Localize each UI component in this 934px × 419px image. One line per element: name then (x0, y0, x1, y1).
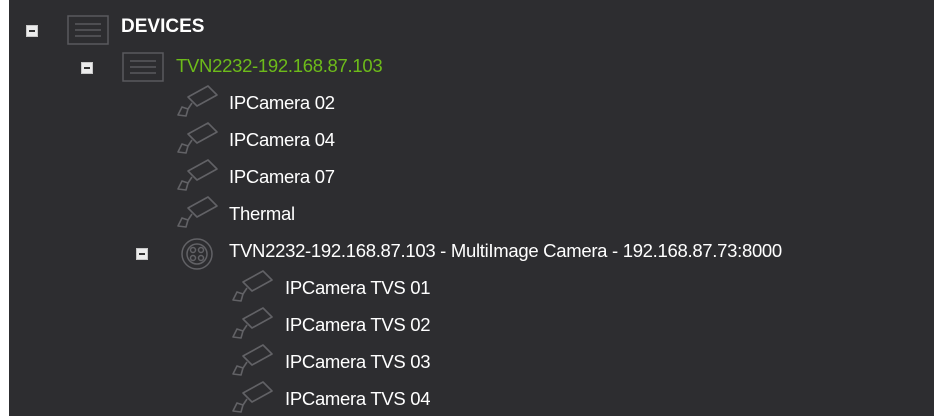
recorder-label[interactable]: TVN2232-192.168.87.103 (176, 55, 383, 77)
camera-label: IPCamera 02 (229, 92, 335, 113)
camera-icon (232, 344, 273, 376)
camera-icon (177, 122, 218, 154)
camera-icon (177, 196, 218, 228)
multi-image-camera-label[interactable]: TVN2232-192.168.87.103 - MultiImage Came… (229, 240, 782, 262)
camera-icon (177, 85, 218, 117)
device-tree-panel: DEVICES TVN2232-192.168.87.103 IPCamera … (9, 0, 934, 416)
camera-label: IPCamera TVS 04 (285, 388, 431, 409)
collapse-toggle-recorder[interactable] (81, 62, 93, 74)
collapse-toggle-multi-image-camera[interactable] (136, 248, 148, 260)
camera-label: IPCamera 04 (229, 129, 335, 150)
list-box-icon (122, 52, 164, 82)
multi-image-camera-icon (181, 238, 213, 270)
camera-icon (232, 381, 273, 413)
list-box-icon (67, 15, 109, 45)
camera-label: IPCamera TVS 02 (285, 314, 431, 335)
camera-icon (232, 270, 273, 302)
camera-label: Thermal (229, 203, 295, 224)
tree-root-label[interactable]: DEVICES (121, 16, 204, 38)
camera-label: IPCamera 07 (229, 166, 335, 187)
camera-label: IPCamera TVS 03 (285, 351, 431, 372)
camera-label: IPCamera TVS 01 (285, 277, 431, 298)
camera-icon (177, 159, 218, 191)
camera-icon (232, 307, 273, 339)
collapse-toggle-devices[interactable] (26, 25, 38, 37)
